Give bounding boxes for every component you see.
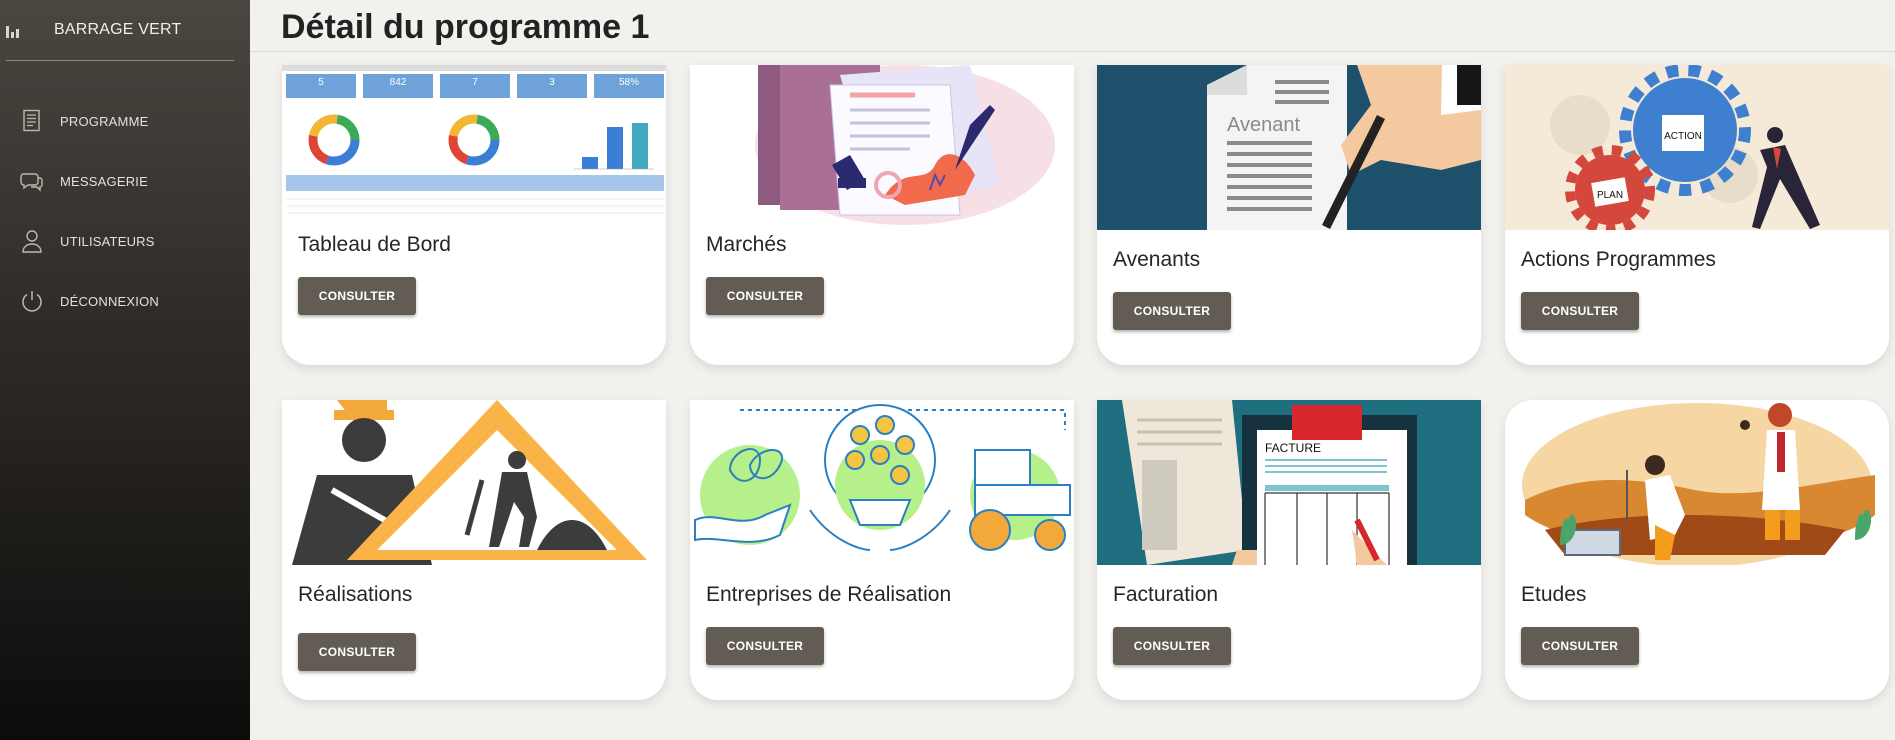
card-tableau-de-bord: 5 842 7 3 58% Tableau de Bord CONSULTER [282,65,666,365]
actions-programmes-image: ACTION PLAN [1505,65,1889,230]
consulter-button[interactable]: CONSULTER [298,277,416,315]
avenants-image: Avenant [1097,65,1481,230]
consulter-button[interactable]: CONSULTER [1521,292,1639,330]
sidebar-item-messagerie[interactable]: MESSAGERIE [0,151,250,211]
sidebar-item-label: UTILISATEURS [60,233,155,249]
brand-title: BARRAGE VERT [54,21,182,38]
card-facturation: FACTURE Facturation CONSULTER [1097,400,1481,700]
card-entreprises-de-realisation: Entreprises de Réalisation CONSULTER [690,400,1074,700]
dashboard-image: 5 842 7 3 58% [282,65,666,230]
kpi-value: 5 [318,77,324,88]
card-title: Tableau de Bord [298,233,451,256]
chat-icon [20,169,44,193]
action-image-text: ACTION [1664,131,1702,142]
consulter-button[interactable]: CONSULTER [706,277,824,315]
card-etudes: Etudes CONSULTER [1505,400,1889,700]
entreprises-image [690,400,1074,565]
card-marches: Marchés CONSULTER [690,65,1074,365]
card-title: Marchés [706,233,787,256]
sidebar-item-utilisateurs[interactable]: UTILISATEURS [0,211,250,271]
facture-image-text: FACTURE [1265,441,1321,455]
header-divider [250,51,1895,52]
card-title: Facturation [1113,583,1219,606]
sidebar-item-label: MESSAGERIE [60,173,148,189]
card-title: Réalisations [298,583,413,606]
card-title: Actions Programmes [1521,248,1716,271]
avenant-image-text: Avenant [1227,114,1300,136]
card-avenants: Avenant Avenants CONSULTER [1097,65,1481,365]
sidebar-nav: PROGRAMME MESSAGERIE UTILISATEURS DÉCONN… [0,91,250,331]
kpi-value: 3 [549,77,555,88]
marches-image [690,65,1074,230]
plan-image-text: PLAN [1597,190,1623,201]
realisations-image [282,400,666,565]
document-icon [20,109,44,133]
consulter-button[interactable]: CONSULTER [298,633,416,671]
sidebar: BARRAGE VERT PROGRAMME MESSAGERIE UTILIS… [0,0,250,740]
etudes-image [1505,400,1889,565]
facturation-image: FACTURE [1097,400,1481,565]
user-icon [20,229,44,253]
sidebar-item-label: DÉCONNEXION [60,293,159,309]
kpi-value: 7 [472,77,478,88]
bar-chart-icon [6,22,22,38]
sidebar-item-label: PROGRAMME [60,113,149,129]
consulter-button[interactable]: CONSULTER [1113,627,1231,665]
sidebar-item-programme[interactable]: PROGRAMME [0,91,250,151]
sidebar-divider [6,60,234,61]
page-title: Détail du programme 1 [281,8,650,46]
card-title: Entreprises de Réalisation [706,583,952,606]
kpi-value: 58% [619,77,639,88]
consulter-button[interactable]: CONSULTER [1113,292,1231,330]
brand[interactable]: BARRAGE VERT [0,0,250,60]
card-title: Avenants [1113,248,1201,271]
consulter-button[interactable]: CONSULTER [1521,627,1639,665]
card-realisations: Réalisations CONSULTER [282,400,666,700]
power-icon [20,289,44,313]
card-title: Etudes [1521,583,1587,606]
card-actions-programmes: ACTION PLAN Actions Programmes CONSULTER [1505,65,1889,365]
sidebar-item-deconnexion[interactable]: DÉCONNEXION [0,271,250,331]
consulter-button[interactable]: CONSULTER [706,627,824,665]
kpi-value: 842 [390,77,407,88]
